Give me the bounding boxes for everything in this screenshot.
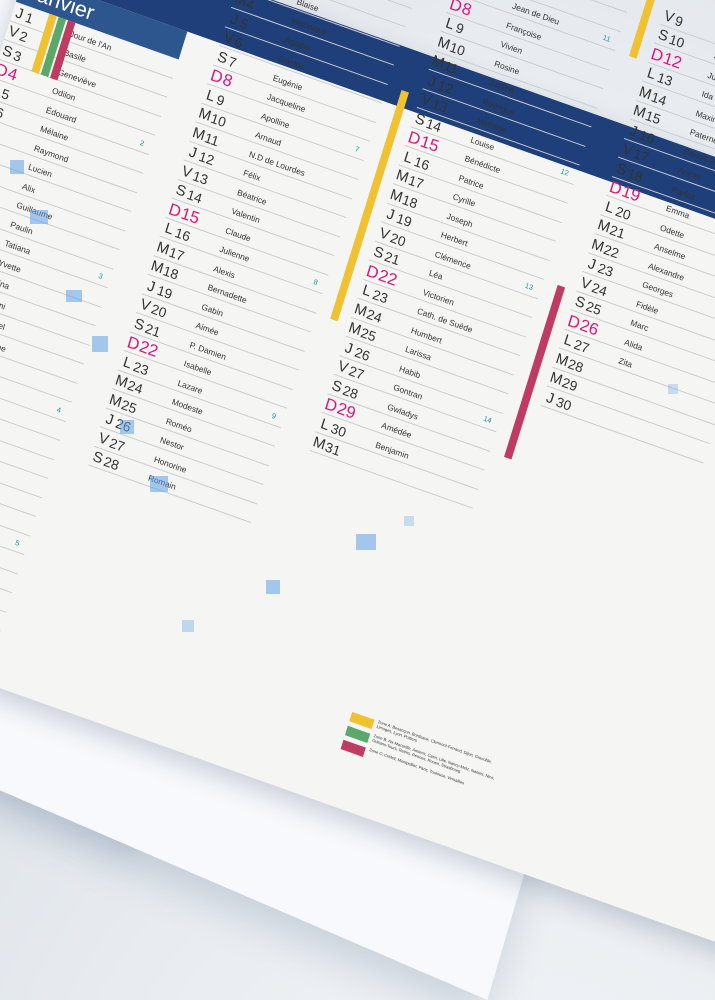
decor-square (92, 336, 108, 352)
day-number: 28 (102, 452, 128, 476)
decor-square (120, 420, 134, 434)
saint-name: Roseline (0, 333, 7, 353)
decor-square (404, 516, 414, 526)
saint-name: Zita (617, 356, 633, 370)
week-number: 11 (602, 33, 612, 44)
saint-name: Félix (242, 168, 262, 183)
week-number: 5 (14, 538, 20, 548)
saint-name: Léa (428, 268, 444, 282)
week-number: 12 (560, 166, 570, 177)
week-number: 13 (524, 281, 534, 292)
decor-square (182, 620, 194, 632)
decor-square (30, 210, 48, 224)
saint-name: Rémi (0, 295, 7, 311)
school-zones-legend: Zone A: Besançon, Bordeaux, Clermont-Fer… (340, 710, 516, 810)
week-number: 9 (271, 411, 277, 421)
decor-square (66, 290, 82, 302)
saint-name: Alix (21, 181, 37, 195)
decor-square (266, 580, 280, 594)
week-number: 14 (482, 414, 492, 425)
saint-name: Nina (0, 276, 11, 291)
day-number: 30 (554, 392, 580, 416)
week-number: 4 (56, 405, 62, 415)
week-number: 3 (97, 271, 103, 281)
calendar-photo: 2026 JanvierJ1Jour de l'AnV2BasileS3Gene… (0, 0, 715, 715)
week-number: 8 (312, 277, 318, 287)
saint-name: Alida (623, 337, 643, 353)
saint-name: Marc (629, 317, 649, 333)
decor-square (668, 384, 678, 394)
week-number: 7 (354, 144, 360, 154)
decor-square (356, 534, 376, 550)
saint-name: Marcel (0, 314, 6, 332)
day-number: 31 (323, 438, 349, 462)
decor-square (150, 476, 168, 492)
week-number: 2 (139, 138, 145, 148)
saint-name: Ida (701, 89, 715, 102)
decor-square (10, 160, 24, 174)
